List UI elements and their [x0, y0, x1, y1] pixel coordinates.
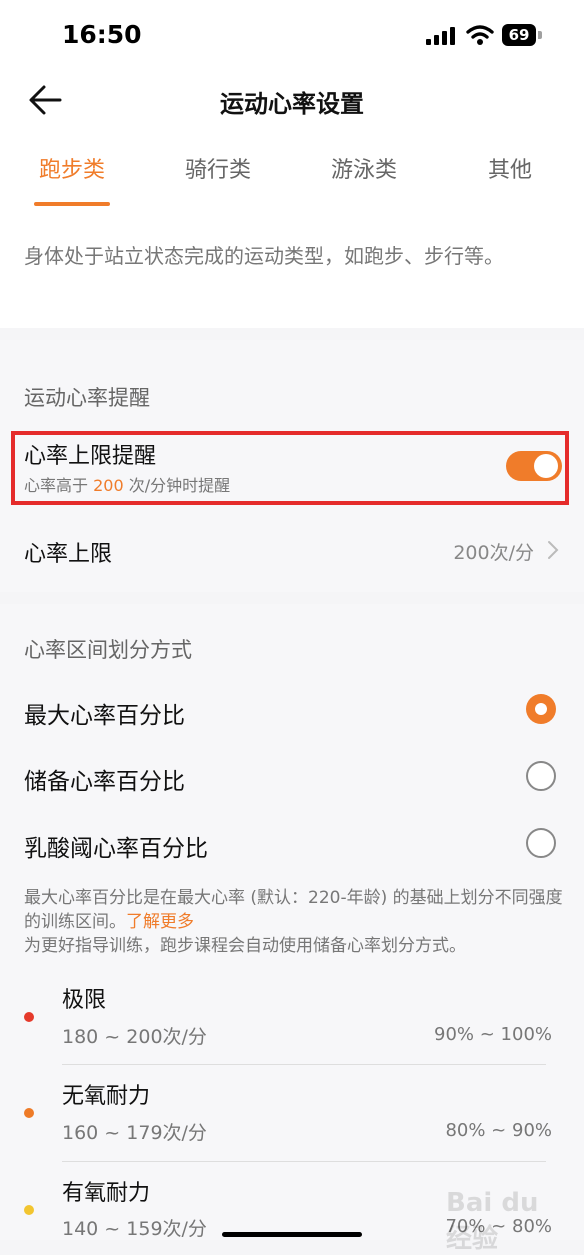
cellular-signal-icon [426, 27, 455, 45]
limit-alert-sub-suffix: 次/分钟时提醒 [123, 476, 231, 495]
zone-method-section: 心率区间划分方式 最大心率百分比 储备心率百分比 乳酸阈心率百分比 最大心率百分… [0, 604, 584, 1240]
limit-alert-sub-prefix: 心率高于 [24, 476, 94, 495]
limit-alert-toggle[interactable] [506, 451, 562, 481]
tab-other[interactable]: 其他 [460, 152, 560, 184]
description-block: 身体处于站立状态完成的运动类型，如跑步、步行等。 [0, 210, 584, 328]
zone-range: 140 ~ 159次/分 [62, 1218, 207, 1240]
zone-range: 160 ~ 179次/分 [62, 1122, 207, 1144]
radio-max-hr[interactable] [526, 694, 556, 724]
tab-running[interactable]: 跑步类 [22, 152, 122, 184]
divider [62, 1161, 546, 1162]
page-title: 运动心率设置 [220, 90, 364, 118]
zone-color-dot [24, 1205, 34, 1215]
tab-cycling[interactable]: 骑行类 [168, 152, 268, 184]
note-line1: 最大心率百分比是在最大心率 (默认：220-年龄) 的基础上划分不同强度的训练区… [24, 888, 563, 932]
section-title-zone-method: 心率区间划分方式 [24, 638, 192, 662]
zone-name: 无氧耐力 [62, 1084, 151, 1109]
divider [62, 1064, 546, 1065]
heart-rate-limit-value[interactable]: 200次/分 [453, 538, 534, 565]
battery-icon: 69 [502, 24, 536, 46]
chevron-right-icon[interactable] [546, 540, 560, 560]
battery-tip [538, 31, 542, 39]
zone-name: 有氧耐力 [62, 1181, 151, 1206]
zone-name: 极限 [62, 988, 107, 1013]
option-lactate-hr-label[interactable]: 乳酸阈心率百分比 [24, 829, 208, 863]
watermark-logo: Bai du 经验 [446, 1188, 539, 1254]
status-bar: 16:50 69 [0, 0, 584, 70]
limit-alert-title: 心率上限提醒 [24, 444, 157, 469]
limit-alert-sub-value: 200 [93, 476, 124, 495]
home-indicator[interactable] [222, 1232, 362, 1237]
radio-lactate-hr[interactable] [526, 828, 556, 858]
sport-type-description: 身体处于站立状态完成的运动类型，如跑步、步行等。 [24, 244, 504, 268]
option-reserve-hr-label[interactable]: 储备心率百分比 [24, 762, 185, 796]
wifi-icon [466, 25, 494, 45]
status-time: 16:50 [62, 20, 142, 49]
sport-type-tabs: 跑步类 骑行类 游泳类 其他 [0, 130, 584, 210]
zone-method-note: 最大心率百分比是在最大心率 (默认：220-年龄) 的基础上划分不同强度的训练区… [24, 886, 564, 958]
heart-rate-limit-label[interactable]: 心率上限 [24, 536, 112, 568]
zone-range: 180 ~ 200次/分 [62, 1026, 207, 1048]
limit-alert-subtitle: 心率高于 200 次/分钟时提醒 [24, 472, 230, 496]
heart-rate-reminder-section: 运动心率提醒 心率上限提醒 心率高于 200 次/分钟时提醒 心率上限 200次… [0, 340, 584, 592]
section-title-reminder: 运动心率提醒 [24, 386, 150, 410]
option-max-hr-label[interactable]: 最大心率百分比 [24, 696, 185, 730]
radio-reserve-hr[interactable] [526, 761, 556, 791]
zone-percent: 80% ~ 90% [445, 1120, 552, 1141]
toggle-knob [534, 454, 558, 478]
tab-swimming[interactable]: 游泳类 [314, 152, 414, 184]
note-line2: 为更好指导训练，跑步课程会自动使用储备心率划分方式。 [24, 936, 466, 956]
active-tab-indicator [34, 202, 110, 206]
zone-color-dot [24, 1108, 34, 1118]
zone-color-dot [24, 1012, 34, 1022]
zone-percent: 90% ~ 100% [434, 1024, 552, 1045]
learn-more-link[interactable]: 了解更多 [126, 912, 194, 932]
nav-header: 运动心率设置 [0, 70, 584, 130]
